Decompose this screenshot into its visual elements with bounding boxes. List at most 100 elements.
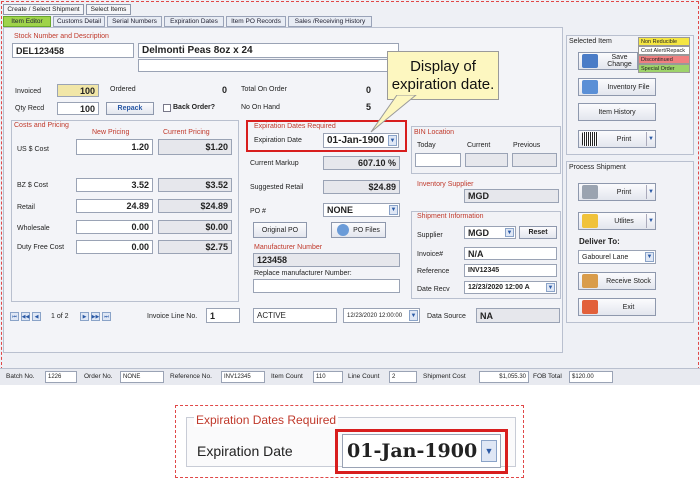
grid-icon — [582, 80, 598, 94]
chevron-down-icon[interactable]: ▼ — [646, 132, 655, 146]
po-number-label: PO # — [250, 208, 266, 215]
utilities-button[interactable]: Utlites ▼ — [578, 212, 656, 230]
bin-today-field[interactable] — [415, 153, 461, 167]
tab-serial-numbers[interactable]: Serial Numbers — [107, 16, 162, 27]
bin-today-label: Today — [417, 142, 436, 149]
legend-non-reducible: Non Reducible — [638, 37, 690, 46]
first-record-icon[interactable]: ⏮ — [10, 312, 19, 321]
receive-stock-button[interactable]: Receive Stock — [578, 272, 656, 290]
inventory-file-button[interactable]: Inventory File — [578, 78, 656, 96]
footer-date-field[interactable]: 12/23/2020 12:00:00 ▼ — [343, 308, 420, 323]
retail-new-field[interactable]: 24.89 — [76, 199, 153, 213]
reference-no-value: INV12345 — [221, 371, 265, 383]
previous-page-icon[interactable]: ◀◀ — [21, 312, 30, 321]
item-count-label: Item Count — [271, 373, 303, 380]
save-changes-button[interactable]: Save Change — [578, 52, 638, 70]
chevron-down-icon[interactable]: ▼ — [546, 283, 555, 292]
original-po-button[interactable]: Original PO — [253, 222, 307, 238]
tab-item-po-records[interactable]: Item PO Records — [226, 16, 286, 27]
tab-item-editor[interactable]: Item Editor — [3, 16, 51, 27]
bin-previous-field — [512, 153, 557, 167]
description-line2-field[interactable] — [138, 59, 399, 72]
new-pricing-label: New Pricing — [92, 129, 130, 136]
qty-recd-field[interactable]: 100 — [57, 102, 99, 115]
po-files-button[interactable]: PO Files — [331, 222, 386, 238]
last-record-icon[interactable]: ⏭ — [102, 312, 111, 321]
po-number-value: NONE — [327, 205, 354, 215]
invoiced-field[interactable]: 100 — [57, 84, 99, 97]
status-field[interactable]: ACTIVE — [253, 308, 337, 323]
process-print-button[interactable]: Print ▼ — [578, 183, 656, 201]
barcode-icon — [582, 132, 598, 146]
stock-section-title: Stock Number and Description — [14, 33, 109, 40]
retail-current-field: $24.89 — [158, 199, 232, 213]
duty-free-cost-label: Duty Free Cost — [17, 244, 65, 251]
inventory-file-label: Inventory File — [607, 83, 650, 91]
tab-sales-receiving-history[interactable]: Sales /Receiving History — [288, 16, 372, 27]
us-cost-new-field[interactable]: 1.20 — [76, 139, 153, 155]
select-items-button[interactable]: Select Items — [86, 4, 131, 15]
selected-print-button[interactable]: Print ▼ — [578, 130, 656, 148]
chevron-down-icon[interactable]: ▼ — [409, 310, 418, 321]
replace-manufacturer-field[interactable] — [253, 279, 400, 293]
create-select-shipment-button[interactable]: Create / Select Shipment — [3, 4, 84, 15]
date-recv-field[interactable]: 12/23/2020 12:00 A ▼ — [464, 281, 557, 294]
wholesale-new-field[interactable]: 0.00 — [76, 220, 153, 234]
shipment-info-title: Shipment Information — [417, 213, 484, 220]
chevron-down-icon[interactable]: ▼ — [389, 205, 398, 215]
fob-total-value: $120.00 — [569, 371, 613, 383]
replace-manufacturer-label: Replace manufacturer Number: — [254, 270, 352, 277]
supplier-select[interactable]: MGD ▼ — [464, 226, 516, 239]
total-on-order-value: 0 — [366, 85, 372, 95]
bin-location-title: BIN Location — [414, 129, 455, 136]
save-icon — [582, 54, 598, 68]
back-order-checkbox[interactable] — [163, 104, 171, 112]
next-page-icon[interactable]: ▶▶ — [91, 312, 100, 321]
po-number-select[interactable]: NONE ▼ — [323, 203, 400, 217]
current-markup-field: 607.10 % — [323, 156, 400, 170]
chevron-down-icon[interactable]: ▼ — [646, 214, 655, 228]
invoice-label: Invoice# — [417, 251, 444, 258]
back-order-label: Back Order? — [173, 104, 216, 111]
duty-free-new-field[interactable]: 0.00 — [76, 240, 153, 254]
zoom-expiration-label: Expiration Date — [197, 443, 293, 459]
repack-button[interactable]: Repack — [106, 102, 154, 115]
invoice-line-field[interactable]: 1 — [206, 308, 240, 323]
invoice-field[interactable]: N/A — [464, 247, 557, 260]
chevron-down-icon[interactable]: ▼ — [505, 228, 514, 237]
description-field[interactable]: Delmonti Peas 8oz x 24 — [138, 43, 399, 58]
zoom-red-highlight — [335, 429, 508, 474]
stock-number-field[interactable]: DEL123458 — [12, 43, 134, 58]
tab-customs-detail[interactable]: Customs Detail — [53, 16, 105, 27]
bz-cost-new-field[interactable]: 3.52 — [76, 178, 153, 192]
manufacturer-number-field: 123458 — [253, 253, 400, 267]
suggested-retail-label: Suggested Retail — [250, 184, 304, 191]
inventory-supplier-field: MGD — [464, 189, 559, 203]
chevron-down-icon[interactable]: ▼ — [645, 252, 654, 262]
process-print-label: Print — [616, 188, 632, 196]
receive-stock-label: Receive Stock — [606, 277, 651, 285]
shipment-cost-value: $1,055.30 — [479, 371, 529, 383]
no-on-hand-label: No On Hand — [241, 104, 280, 111]
invoiced-label: Invoiced — [15, 88, 42, 95]
deliver-to-select[interactable]: Gabourel Lane ▼ — [578, 250, 656, 264]
batch-no-value: 1226 — [45, 371, 77, 383]
exit-button[interactable]: Exit — [578, 298, 656, 316]
chevron-down-icon[interactable]: ▼ — [646, 185, 655, 199]
folder-icon — [337, 224, 350, 236]
reference-no-label: Reference No. — [170, 373, 212, 380]
line-count-value: 2 — [389, 371, 417, 383]
tab-expiration-dates[interactable]: Expiration Dates — [164, 16, 224, 27]
record-position: 1 of 2 — [51, 313, 69, 320]
next-record-icon[interactable]: ▶ — [80, 312, 89, 321]
reference-field[interactable]: INV12345 — [464, 264, 557, 277]
order-no-label: Order No. — [84, 373, 113, 380]
item-history-button[interactable]: Item History — [578, 103, 656, 121]
reset-button[interactable]: Reset — [519, 226, 557, 239]
utilities-label: Utlites — [614, 217, 634, 225]
zoom-expiration-title: Expiration Dates Required — [194, 413, 339, 427]
date-recv-value: 12/23/2020 12:00 A — [468, 284, 530, 291]
printer-icon — [582, 185, 598, 199]
invoice-line-label: Invoice Line No. — [147, 313, 198, 320]
previous-record-icon[interactable]: ◀ — [32, 312, 41, 321]
